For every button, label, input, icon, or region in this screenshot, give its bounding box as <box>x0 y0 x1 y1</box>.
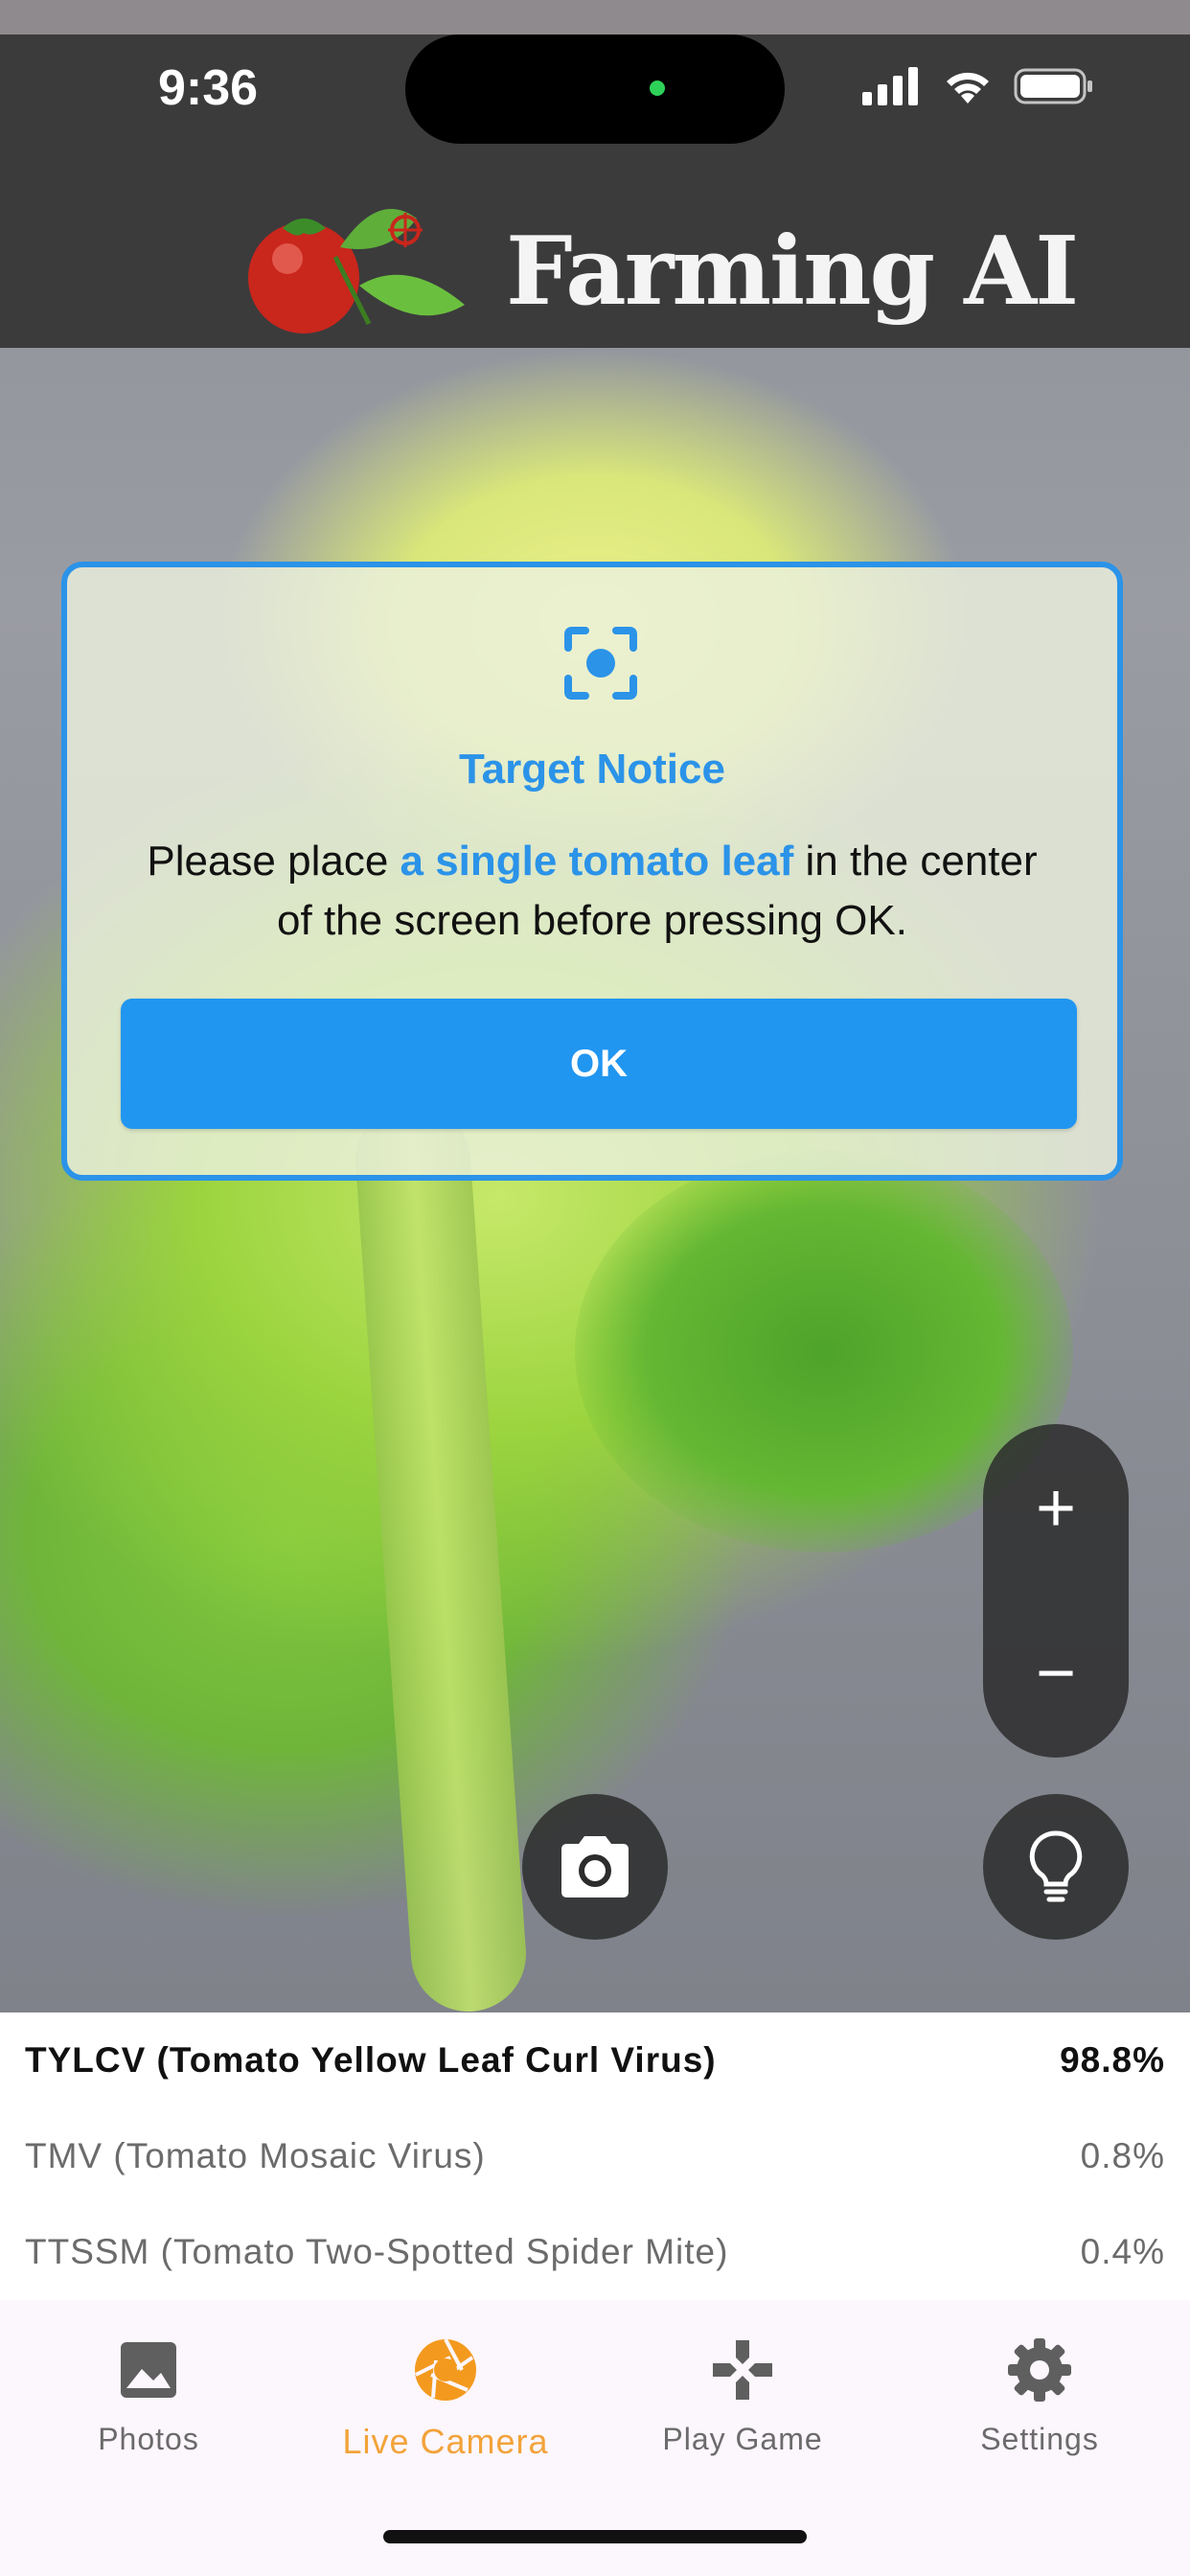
battery-icon <box>1014 68 1092 104</box>
tab-photos[interactable]: Photos <box>0 2329 297 2472</box>
status-bar: 9:36 <box>0 34 1190 178</box>
result-row: TMV (Tomato Mosaic Virus) 0.8% <box>25 2128 1165 2185</box>
gear-icon <box>1008 2338 1071 2402</box>
zoom-out-button[interactable]: − <box>983 1606 1129 1740</box>
result-label: TTSSM (Tomato Two-Spotted Spider Mite) <box>25 2232 729 2271</box>
tab-label: Settings <box>980 2422 1099 2456</box>
app-brand-title: Farming AI <box>506 217 1079 327</box>
photo-icon <box>121 2342 176 2398</box>
home-indicator <box>383 2530 807 2543</box>
leaf-stem <box>352 1098 530 2012</box>
tab-label: Live Camera <box>342 2422 549 2461</box>
dynamic-island <box>405 34 785 144</box>
camera-aperture-icon <box>415 2338 476 2401</box>
tab-play-game[interactable]: Play Game <box>594 2329 891 2472</box>
ok-button[interactable]: OK <box>121 999 1077 1129</box>
dialog-message: Please place a single tomato leaf in the… <box>125 832 1060 951</box>
flashlight-button[interactable] <box>983 1794 1129 1940</box>
cellular-signal-icon <box>862 67 918 105</box>
zoom-control: + − <box>983 1424 1129 1758</box>
result-value: 0.4% <box>1080 2232 1165 2271</box>
zoom-in-button[interactable]: + <box>983 1441 1129 1576</box>
system-icons <box>862 67 1094 105</box>
result-row: TYLCV (Tomato Yellow Leaf Curl Virus) 98… <box>25 2032 1165 2089</box>
gamepad-icon <box>713 2340 772 2400</box>
prediction-results: TYLCV (Tomato Yellow Leaf Curl Virus) 98… <box>0 2012 1190 2300</box>
result-row: TTSSM (Tomato Two-Spotted Spider Mite) 0… <box>25 2223 1165 2281</box>
capture-button[interactable] <box>522 1794 668 1940</box>
dialog-message-start: Please place <box>147 838 400 885</box>
result-value: 0.8% <box>1080 2136 1165 2175</box>
tab-live-camera[interactable]: Live Camera <box>297 2329 594 2472</box>
camera-icon <box>561 1836 629 1898</box>
result-label: TMV (Tomato Mosaic Virus) <box>25 2136 486 2175</box>
status-time: 9:36 <box>158 60 259 116</box>
wifi-icon <box>947 72 989 104</box>
lightbulb-icon <box>1029 1830 1083 1902</box>
tomato-logo-icon <box>248 209 465 334</box>
dialog-message-highlight: a single tomato leaf <box>400 838 794 885</box>
center-focus-icon <box>564 627 637 700</box>
tab-label: Photos <box>98 2422 199 2456</box>
camera-indicator-dot <box>650 80 665 96</box>
tab-label: Play Game <box>662 2422 823 2456</box>
top-strip <box>0 0 1190 34</box>
tab-settings[interactable]: Settings <box>891 2329 1188 2472</box>
app-header: Farming AI <box>0 178 1190 348</box>
result-value: 98.8% <box>1060 2040 1165 2080</box>
dialog-title: Target Notice <box>459 746 725 793</box>
target-notice-dialog: Target Notice Please place a single toma… <box>61 562 1123 1181</box>
result-label: TYLCV (Tomato Yellow Leaf Curl Virus) <box>25 2040 717 2080</box>
